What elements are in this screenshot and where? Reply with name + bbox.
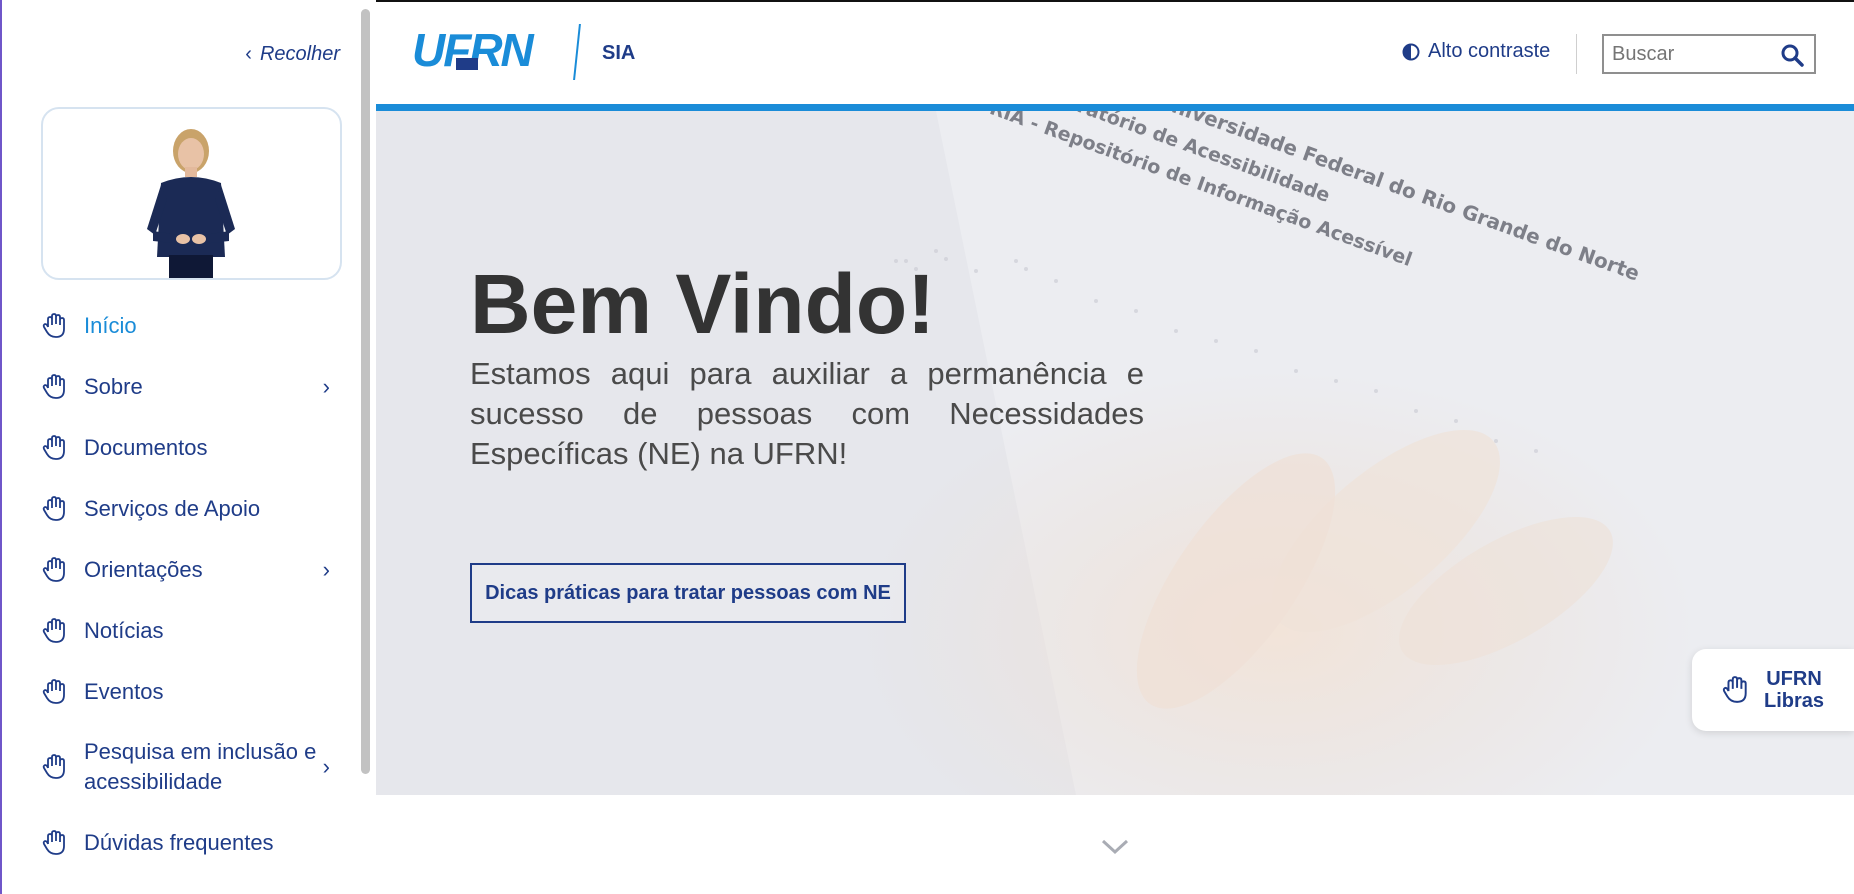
site-header: UFRN SIA Alto contraste <box>376 0 1854 113</box>
sign-language-hand-icon <box>1722 676 1747 703</box>
sidebar-item-documentos[interactable]: Documentos <box>2 417 362 478</box>
sign-language-hand-icon <box>42 829 65 855</box>
site-acronym[interactable]: SIA <box>602 42 635 65</box>
sidebar-item-label: Documentos <box>84 434 208 460</box>
chevron-down-icon <box>1101 839 1129 855</box>
sign-language-interpreter-video[interactable] <box>41 107 342 280</box>
sidebar-item-label: Dúvidas frequentes <box>84 829 274 855</box>
hero-title: Bem Vindo! <box>470 257 936 351</box>
ufrn-libras-tab[interactable]: UFRN Libras <box>1692 649 1854 731</box>
hero-subtitle: Estamos aqui para auxiliar a permanência… <box>470 356 1144 471</box>
sidebar-item-sobre[interactable]: Sobre › <box>2 356 362 417</box>
sidebar: ‹ Recolher Início Sobre › Documentos Ser… <box>0 0 376 894</box>
sign-language-hand-icon <box>42 754 65 779</box>
sidebar-item-duvidas-frequentes[interactable]: Dúvidas frequentes <box>2 812 362 873</box>
hero-banner: UFRN - Universidade Federal do Rio Grand… <box>376 111 1854 795</box>
collapse-sidebar-link[interactable]: ‹ Recolher <box>245 43 340 66</box>
search-icon[interactable] <box>1780 43 1804 67</box>
sidebar-item-label: Pesquisa em inclusão e acessibilidade <box>84 739 317 794</box>
sign-language-hand-icon <box>42 617 65 643</box>
sidebar-item-eventos[interactable]: Eventos <box>2 661 362 722</box>
sign-language-hand-icon <box>42 495 65 521</box>
chevron-left-icon: ‹ <box>245 43 252 65</box>
chevron-right-icon[interactable]: › <box>323 754 330 780</box>
sidebar-item-label: Sobre <box>84 373 143 399</box>
chevron-right-icon[interactable]: › <box>323 557 330 583</box>
scroll-down-button[interactable] <box>1100 838 1130 861</box>
sidebar-item-noticias[interactable]: Notícias <box>2 600 362 661</box>
libras-label-line2: Libras <box>1763 690 1825 712</box>
sign-language-hand-icon <box>42 434 65 460</box>
sidebar-scrollbar[interactable] <box>361 9 370 774</box>
contrast-icon <box>1402 43 1420 60</box>
sidebar-nav: Início Sobre › Documentos Serviços de Ap… <box>2 295 362 873</box>
sidebar-item-label: Notícias <box>84 617 164 643</box>
sidebar-item-label: Orientações <box>84 556 203 582</box>
chevron-right-icon[interactable]: › <box>323 374 330 400</box>
sidebar-item-servicos-de-apoio[interactable]: Serviços de Apoio <box>2 478 362 539</box>
libras-label-line1: UFRN <box>1766 668 1822 690</box>
sidebar-item-orientacoes[interactable]: Orientações › <box>2 539 362 600</box>
sign-language-hand-icon <box>42 373 65 399</box>
practical-tips-button[interactable]: Dicas práticas para tratar pessoas com N… <box>470 563 906 623</box>
libras-label: UFRN Libras <box>1764 668 1824 712</box>
sidebar-item-pesquisa[interactable]: Pesquisa em inclusão e acessibilidade › <box>2 722 362 812</box>
sidebar-item-label: Eventos <box>84 678 164 704</box>
ufrn-logo-mark: UFRN <box>412 24 537 76</box>
sign-language-hand-icon <box>42 556 65 582</box>
search-box <box>1602 34 1816 74</box>
interpreter-figure <box>147 129 235 278</box>
header-separator <box>1576 34 1577 74</box>
sidebar-item-label: Serviços de Apoio <box>84 495 261 521</box>
sign-language-hand-icon <box>42 312 65 338</box>
sidebar-item-inicio[interactable]: Início <box>2 295 362 356</box>
contrast-label: Alto contraste <box>1428 40 1551 62</box>
ufrn-logo[interactable]: UFRN <box>412 24 562 77</box>
logo-divider <box>573 24 581 80</box>
high-contrast-toggle[interactable]: Alto contraste <box>1402 40 1550 63</box>
search-input[interactable] <box>1604 36 1780 72</box>
sidebar-item-label: Início <box>84 312 137 338</box>
collapse-label: Recolher <box>259 43 340 65</box>
sign-language-hand-icon <box>42 678 65 704</box>
